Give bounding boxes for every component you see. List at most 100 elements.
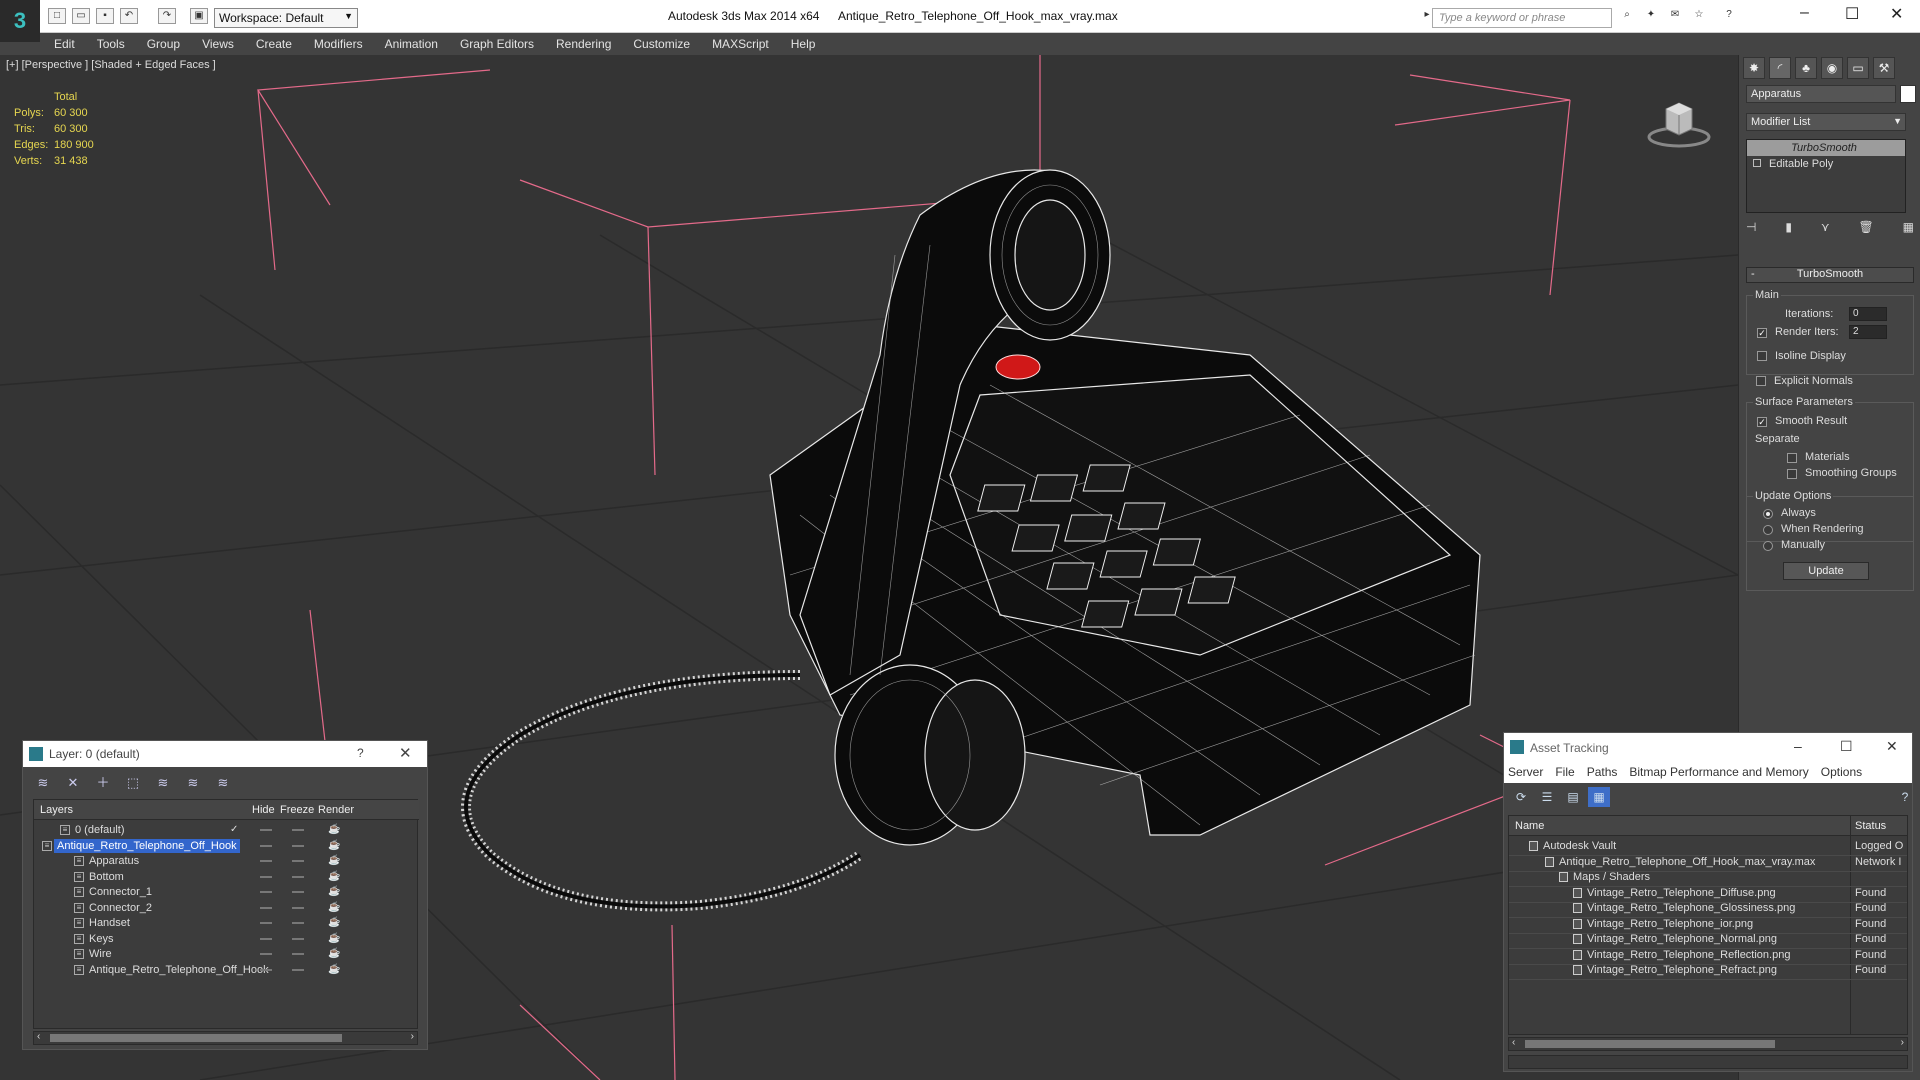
column-render[interactable]: Render	[318, 804, 354, 816]
freeze-toggle-icon[interactable]	[292, 891, 304, 893]
hierarchy-tab-icon[interactable]: ♣	[1795, 57, 1817, 79]
stack-item-editable-poly[interactable]: Editable Poly	[1747, 156, 1905, 172]
search-input[interactable]: Type a keyword or phrase	[1432, 8, 1612, 28]
menu-modifiers[interactable]: Modifiers	[314, 37, 363, 51]
thumbnail-view-icon[interactable]: ▤	[1562, 787, 1584, 807]
menu-paths[interactable]: Paths	[1587, 765, 1618, 779]
isoline-checkbox[interactable]	[1757, 351, 1767, 361]
freeze-toggle-icon[interactable]	[292, 860, 304, 862]
help-icon[interactable]: ?	[357, 746, 364, 760]
when-rendering-radio[interactable]	[1763, 525, 1773, 535]
smoothing-groups-checkbox[interactable]	[1787, 469, 1797, 479]
help-icon[interactable]: ?	[1720, 8, 1738, 24]
help-icon[interactable]: ?	[1894, 787, 1916, 807]
menu-maxscript[interactable]: MAXScript	[712, 37, 769, 51]
hide-toggle-icon[interactable]	[260, 860, 272, 862]
menu-edit[interactable]: Edit	[54, 37, 75, 51]
motion-tab-icon[interactable]: ◉	[1821, 57, 1843, 79]
explicit-normals-checkbox[interactable]	[1756, 376, 1766, 386]
menu-graph-editors[interactable]: Graph Editors	[460, 37, 534, 51]
pin-stack-icon[interactable]: ⊣	[1746, 220, 1756, 238]
iterations-spinner[interactable]: 0	[1849, 307, 1887, 321]
highlight-layer-icon[interactable]: ≋	[151, 773, 175, 793]
stack-item-turbosmooth[interactable]: TurboSmooth	[1747, 140, 1905, 156]
freeze-toggle-icon[interactable]	[292, 968, 304, 971]
hide-toggle-icon[interactable]	[260, 937, 272, 940]
display-tab-icon[interactable]: ▭	[1847, 57, 1869, 79]
column-layers[interactable]: Layers	[40, 804, 73, 816]
modify-tab-icon[interactable]: ◜	[1769, 57, 1791, 79]
asset-horizontal-scrollbar[interactable]: ‹ ›	[1508, 1037, 1908, 1051]
layer-name[interactable]: Wire	[86, 947, 115, 961]
menu-options[interactable]: Options	[1821, 765, 1862, 779]
close-icon[interactable]: ✕	[399, 744, 412, 762]
layer-name[interactable]: Antique_Retro_Telephone_Off_Hook	[86, 963, 272, 977]
close-icon[interactable]: ✕	[1890, 4, 1903, 24]
render-teapot-icon[interactable]: ☕	[328, 964, 340, 975]
menu-views[interactable]: Views	[202, 37, 234, 51]
asset-path-field[interactable]	[1508, 1055, 1908, 1069]
menu-tools[interactable]: Tools	[97, 37, 125, 51]
layer-name[interactable]: Bottom	[86, 870, 127, 884]
project-folder-icon[interactable]: ▣	[190, 8, 208, 24]
utilities-tab-icon[interactable]: ⚒	[1873, 57, 1895, 79]
render-teapot-icon[interactable]: ☕	[328, 902, 340, 913]
column-name[interactable]: Name	[1515, 820, 1544, 832]
freeze-toggle-icon[interactable]	[292, 844, 304, 847]
freeze-all-icon[interactable]: ≋	[211, 773, 235, 793]
layer-name[interactable]: Antique_Retro_Telephone_Off_Hook	[54, 838, 240, 853]
freeze-toggle-icon[interactable]	[292, 937, 304, 940]
hide-all-icon[interactable]: ≋	[181, 773, 205, 793]
save-icon[interactable]: ▪	[96, 8, 114, 24]
render-iters-checkbox[interactable]: ✓	[1757, 328, 1767, 338]
viewport-label[interactable]: [+] [Perspective ] [Shaded + Edged Faces…	[6, 59, 216, 71]
add-to-layer-icon[interactable]: ＋	[91, 773, 115, 793]
render-iters-spinner[interactable]: 2	[1849, 325, 1887, 339]
modifier-list-dropdown[interactable]: Modifier List ▼	[1746, 113, 1906, 131]
menu-customize[interactable]: Customize	[633, 37, 690, 51]
menu-rendering[interactable]: Rendering	[556, 37, 611, 51]
viewcube-icon[interactable]	[1644, 91, 1714, 151]
refresh-icon[interactable]: ⟳	[1510, 787, 1532, 807]
render-teapot-icon[interactable]: ☕	[328, 824, 340, 835]
scroll-left-icon[interactable]: ‹	[37, 1031, 40, 1042]
asset-dialog-titlebar[interactable]: Asset Tracking – ☐ ✕	[1504, 733, 1912, 761]
menu-create[interactable]: Create	[256, 37, 292, 51]
asset-row[interactable]: Vintage_Retro_Telephone_Refract.png Found	[1509, 961, 1907, 980]
layer-horizontal-scrollbar[interactable]: ‹ ›	[33, 1031, 418, 1045]
delete-layer-icon[interactable]: ✕	[61, 773, 85, 793]
render-teapot-icon[interactable]: ☕	[328, 948, 340, 959]
table-view-icon[interactable]: ▦	[1588, 787, 1610, 807]
render-teapot-icon[interactable]: ☕	[328, 886, 340, 897]
hide-toggle-icon[interactable]	[260, 829, 272, 831]
layer-name[interactable]: Apparatus	[86, 854, 142, 868]
freeze-toggle-icon[interactable]	[292, 922, 304, 924]
scroll-right-icon[interactable]: ›	[1901, 1037, 1904, 1048]
menu-file[interactable]: File	[1555, 765, 1574, 779]
layer-name[interactable]: Connector_2	[86, 901, 155, 915]
layer-dialog-titlebar[interactable]: Layer: 0 (default) ? ✕	[23, 741, 427, 767]
layer-name[interactable]: Handset	[86, 916, 133, 930]
expand-icon[interactable]	[1753, 159, 1761, 167]
minimize-icon[interactable]: –	[1800, 4, 1809, 22]
minimize-icon[interactable]: –	[1794, 738, 1802, 754]
menu-group[interactable]: Group	[147, 37, 180, 51]
undo-icon[interactable]: ↶	[120, 8, 138, 24]
favorites-icon[interactable]: ☆	[1690, 8, 1708, 24]
configure-sets-icon[interactable]: ▦	[1903, 220, 1914, 238]
hide-toggle-icon[interactable]	[260, 953, 272, 955]
freeze-toggle-icon[interactable]	[292, 906, 304, 909]
show-end-result-icon[interactable]: ▮	[1785, 220, 1792, 238]
menu-server[interactable]: Server	[1508, 765, 1543, 779]
render-teapot-icon[interactable]: ☕	[328, 855, 340, 866]
column-freeze[interactable]: Freeze	[280, 804, 314, 816]
layer-name[interactable]: 0 (default)	[72, 823, 128, 837]
freeze-toggle-icon[interactable]	[292, 829, 304, 831]
make-unique-icon[interactable]: ⋎	[1821, 220, 1830, 238]
scroll-thumb[interactable]	[50, 1034, 342, 1042]
workspace-dropdown[interactable]: Workspace: Default ▼	[214, 8, 358, 28]
create-layer-icon[interactable]: ≋	[31, 773, 55, 793]
select-objects-icon[interactable]: ⬚	[121, 773, 145, 793]
hide-toggle-icon[interactable]	[260, 922, 272, 924]
maximize-icon[interactable]: ☐	[1845, 4, 1859, 24]
